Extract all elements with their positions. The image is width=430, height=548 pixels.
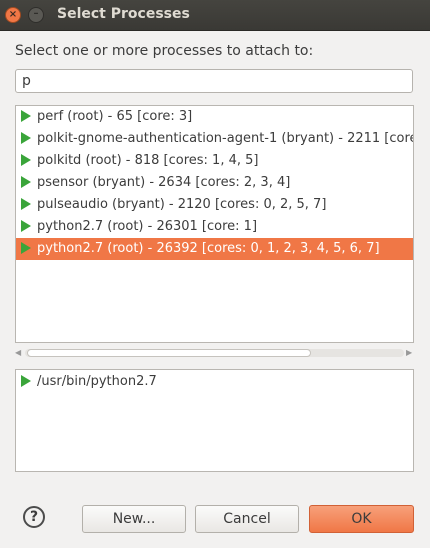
process-row[interactable]: polkit-gnome-authentication-agent-1 (bry… [16,128,413,150]
ok-button[interactable]: OK [309,505,414,533]
process-row[interactable]: polkitd (root) - 818 [cores: 1, 4, 5] [16,150,413,172]
process-list[interactable]: perf (root) - 65 [core: 3] polkit-gnome-… [15,105,414,343]
prompt-label: Select one or more processes to attach t… [15,43,314,59]
filter-input[interactable] [15,69,413,93]
process-details-list[interactable]: /usr/bin/python2.7 [15,369,414,472]
process-row-selected[interactable]: python2.7 (root) - 26392 [cores: 0, 1, 2… [16,238,413,260]
process-icon [21,219,31,232]
help-icon[interactable]: ? [23,506,45,528]
process-icon [21,153,31,166]
process-label: polkitd (root) - 818 [cores: 1, 4, 5] [37,153,259,168]
process-row[interactable]: python2.7 (root) - 26301 [core: 1] [16,216,413,238]
process-row[interactable]: pulseaudio (bryant) - 2120 [cores: 0, 2,… [16,194,413,216]
process-row[interactable]: perf (root) - 65 [core: 3] [16,106,413,128]
window-title: Select Processes [57,6,190,22]
process-label: python2.7 (root) - 26392 [cores: 0, 1, 2… [37,241,380,256]
cancel-button[interactable]: Cancel [195,505,299,533]
process-label: perf (root) - 65 [core: 3] [37,109,193,124]
process-icon [21,175,31,188]
process-row[interactable]: psensor (bryant) - 2634 [cores: 2, 3, 4] [16,172,413,194]
minimize-icon[interactable]: – [28,7,44,23]
new-button[interactable]: New... [82,505,186,533]
executable-path: /usr/bin/python2.7 [37,374,157,389]
title-bar: × – Select Processes [0,0,430,31]
process-label: polkit-gnome-authentication-agent-1 (bry… [37,131,413,146]
close-icon[interactable]: × [5,7,21,23]
process-icon [21,109,31,122]
path-row[interactable]: /usr/bin/python2.7 [16,370,413,394]
horizontal-scrollbar[interactable]: ◀ ▶ [15,347,414,359]
process-label: pulseaudio (bryant) - 2120 [cores: 0, 2,… [37,197,327,212]
process-icon [21,131,31,144]
scroll-left-icon[interactable]: ◀ [15,347,23,359]
process-icon [21,241,31,254]
process-label: psensor (bryant) - 2634 [cores: 2, 3, 4] [37,175,291,190]
scroll-right-icon[interactable]: ▶ [406,347,414,359]
process-icon [21,197,31,210]
scrollbar-thumb[interactable] [27,349,311,357]
process-label: python2.7 (root) - 26301 [core: 1] [37,219,258,234]
process-icon [21,374,31,387]
